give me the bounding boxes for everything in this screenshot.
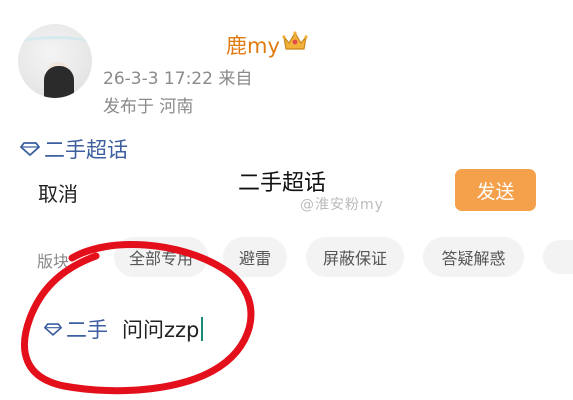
- post-time: 26-3-3 17:22 来自: [103, 69, 253, 89]
- chip-label: 全部专用: [128, 249, 193, 268]
- compose-text: 问问zzp: [122, 318, 200, 342]
- cancel-button[interactable]: 取消: [38, 178, 78, 207]
- section-label: 版块: [37, 252, 70, 271]
- text-caret: [201, 317, 204, 341]
- chip-label: 避雷: [238, 249, 271, 268]
- username[interactable]: 鹿my: [226, 30, 280, 60]
- topic-label: 二手超话: [44, 138, 128, 162]
- crown-icon: [282, 31, 308, 50]
- diamond-icon: [20, 142, 40, 156]
- section-chip-qa[interactable]: 答疑解惑: [423, 237, 524, 277]
- avatar[interactable]: [18, 24, 92, 98]
- send-button[interactable]: 发送: [455, 169, 536, 211]
- send-button-label: 发送: [476, 180, 515, 203]
- topic-link[interactable]: 二手超话: [20, 134, 128, 164]
- sheet-title: 二手超话: [238, 171, 327, 196]
- watermark: @淮安粉my: [300, 197, 384, 213]
- chip-label: 答疑解惑: [441, 249, 506, 268]
- avatar-ring: [18, 36, 92, 59]
- avatar-figure: [44, 66, 74, 98]
- section-chip-guarantee[interactable]: 屏蔽保证: [306, 237, 404, 277]
- compose-area[interactable]: 二手 问问zzp: [43, 314, 204, 344]
- post-location: 发布于 河南: [103, 97, 194, 117]
- diamond-icon: [43, 317, 63, 341]
- section-chip-all[interactable]: 全部专用: [114, 237, 208, 277]
- chip-label: 屏蔽保证: [322, 249, 387, 268]
- compose-topic-tag: 二手: [66, 318, 108, 342]
- section-chip-more[interactable]: [543, 240, 573, 274]
- section-chip-avoid[interactable]: 避雷: [223, 237, 287, 277]
